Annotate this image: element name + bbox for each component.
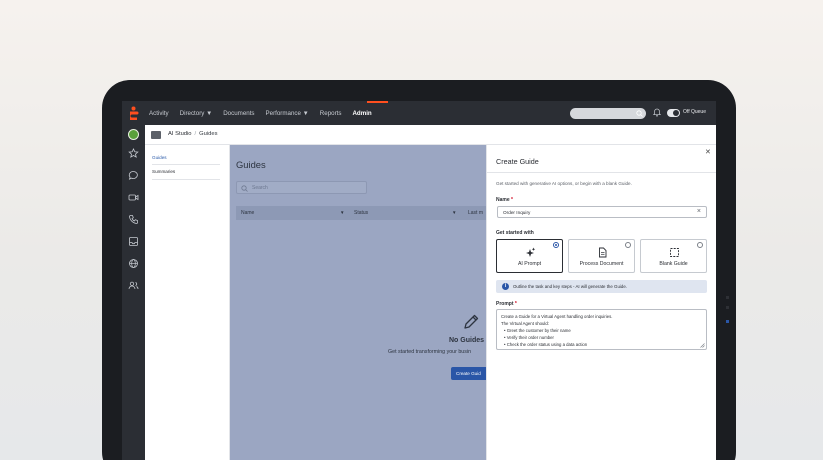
phone-icon[interactable] <box>128 214 139 225</box>
inbox-icon[interactable] <box>128 236 139 247</box>
column-header-last-modified[interactable]: Last m <box>468 210 483 216</box>
required-mark: * <box>511 197 513 203</box>
create-guide-button[interactable]: Create Guid <box>451 367 486 380</box>
info-text: Outline the task and key steps - AI will… <box>513 284 627 289</box>
nav-activity[interactable]: Activity <box>149 110 169 117</box>
genesys-logo-icon <box>130 106 139 120</box>
sidebar-toggle-icon[interactable] <box>151 131 161 139</box>
prompt-line: Create a Guide for a Virtual Agent handl… <box>501 314 613 319</box>
guides-main-overlay: Guides Search Name ▼ Status ▼ Last m No … <box>230 145 486 460</box>
subnav-divider <box>152 179 220 180</box>
breadcrumb: AI Studio / Guides <box>168 131 218 137</box>
ai-studio-subnav: Guides Summaries <box>145 145 230 460</box>
name-label-text: Name <box>496 197 510 203</box>
sparkle-icon <box>526 247 536 257</box>
sort-arrow-icon[interactable]: ▼ <box>452 210 456 215</box>
prompt-line: • Greet the customer by their name <box>504 328 571 333</box>
people-icon[interactable] <box>128 280 139 291</box>
active-nav-indicator <box>367 101 388 103</box>
prompt-label-text: Prompt <box>496 301 514 307</box>
prompt-textarea[interactable]: Create a Guide for a Virtual Agent handl… <box>496 309 707 350</box>
create-guide-panel: ✕ Create Guide Get started with generati… <box>486 145 716 460</box>
guides-table-header: Name ▼ Status ▼ Last m <box>236 206 486 220</box>
subnav-item-guides[interactable]: Guides <box>152 155 167 160</box>
search-placeholder: Search <box>252 185 268 191</box>
resize-handle-icon[interactable] <box>700 343 705 348</box>
globe-icon[interactable] <box>128 258 139 269</box>
queue-status-label: Off Queue <box>683 109 706 115</box>
column-header-name[interactable]: Name <box>241 210 254 216</box>
nav-performance[interactable]: Performance ▼ <box>266 110 309 117</box>
left-icon-rail <box>122 125 145 460</box>
search-icon <box>241 185 248 192</box>
column-header-status[interactable]: Status <box>354 210 368 216</box>
nav-directory[interactable]: Directory ▼ <box>180 110 213 117</box>
name-label: Name * <box>496 197 513 203</box>
nav-documents[interactable]: Documents <box>223 110 254 117</box>
breadcrumb-bar: AI Studio / Guides <box>145 125 716 145</box>
video-icon[interactable] <box>128 192 139 203</box>
page-title: Guides <box>236 159 266 170</box>
subnav-item-summaries[interactable]: Summaries <box>152 169 175 174</box>
breadcrumb-separator: / <box>194 131 197 137</box>
subnav-divider <box>152 164 220 165</box>
star-icon[interactable] <box>128 148 139 159</box>
blank-frame-icon <box>670 248 679 257</box>
empty-state-description: Get started transforming your busin <box>388 349 472 355</box>
option-blank-guide[interactable]: Blank Guide <box>640 239 707 273</box>
required-mark: * <box>514 301 517 307</box>
prompt-line: The Virtual Agent should: <box>501 321 549 326</box>
name-field[interactable]: Order Inquiry × <box>497 206 707 218</box>
top-navigation-bar: Activity Directory ▼ Documents Performan… <box>122 101 716 125</box>
option-ai-prompt[interactable]: AI Prompt <box>496 239 563 273</box>
queue-toggle[interactable] <box>667 109 680 117</box>
panel-divider <box>487 172 716 173</box>
nav-reports[interactable]: Reports <box>320 110 342 117</box>
option-label: Blank Guide <box>659 261 688 267</box>
name-field-value: Order Inquiry <box>503 210 531 215</box>
nav-admin[interactable]: Admin <box>352 110 371 117</box>
user-avatar[interactable] <box>128 129 139 140</box>
prompt-label: Prompt * <box>496 301 517 307</box>
info-icon: i <box>502 283 509 290</box>
radio-unselected[interactable] <box>697 242 703 248</box>
panel-intro: Get started with generative AI options, … <box>496 181 632 186</box>
sort-arrow-icon[interactable]: ▼ <box>340 210 344 215</box>
get-started-label: Get started with <box>496 230 534 236</box>
info-banner: i Outline the task and key steps - AI wi… <box>496 280 707 293</box>
option-label: AI Prompt <box>517 261 542 267</box>
radio-unselected[interactable] <box>625 242 631 248</box>
app-screen: Activity Directory ▼ Documents Performan… <box>122 101 716 460</box>
notifications-bell-icon[interactable] <box>653 108 661 117</box>
clear-icon[interactable]: × <box>697 208 701 215</box>
chat-bubble-icon[interactable] <box>128 170 139 181</box>
close-icon[interactable]: ✕ <box>705 148 711 156</box>
radio-selected[interactable] <box>553 242 559 248</box>
document-icon <box>599 247 607 258</box>
option-label: Process Document <box>579 261 624 267</box>
pencil-icon <box>464 314 479 329</box>
tablet-side-marks <box>726 296 729 332</box>
empty-state-title: No Guides <box>449 337 485 344</box>
panel-title: Create Guide <box>496 157 539 166</box>
global-search-input[interactable] <box>570 108 646 119</box>
breadcrumb-ai-studio[interactable]: AI Studio <box>168 131 192 137</box>
prompt-line: • Check the order status using a data ac… <box>504 342 588 347</box>
guides-search-input[interactable]: Search <box>236 181 367 194</box>
main-nav: Activity Directory ▼ Documents Performan… <box>149 101 372 125</box>
breadcrumb-guides: Guides <box>199 131 218 137</box>
prompt-line: • Verify their order number <box>504 335 554 340</box>
option-process-document[interactable]: Process Document <box>568 239 635 273</box>
search-icon <box>636 110 643 117</box>
